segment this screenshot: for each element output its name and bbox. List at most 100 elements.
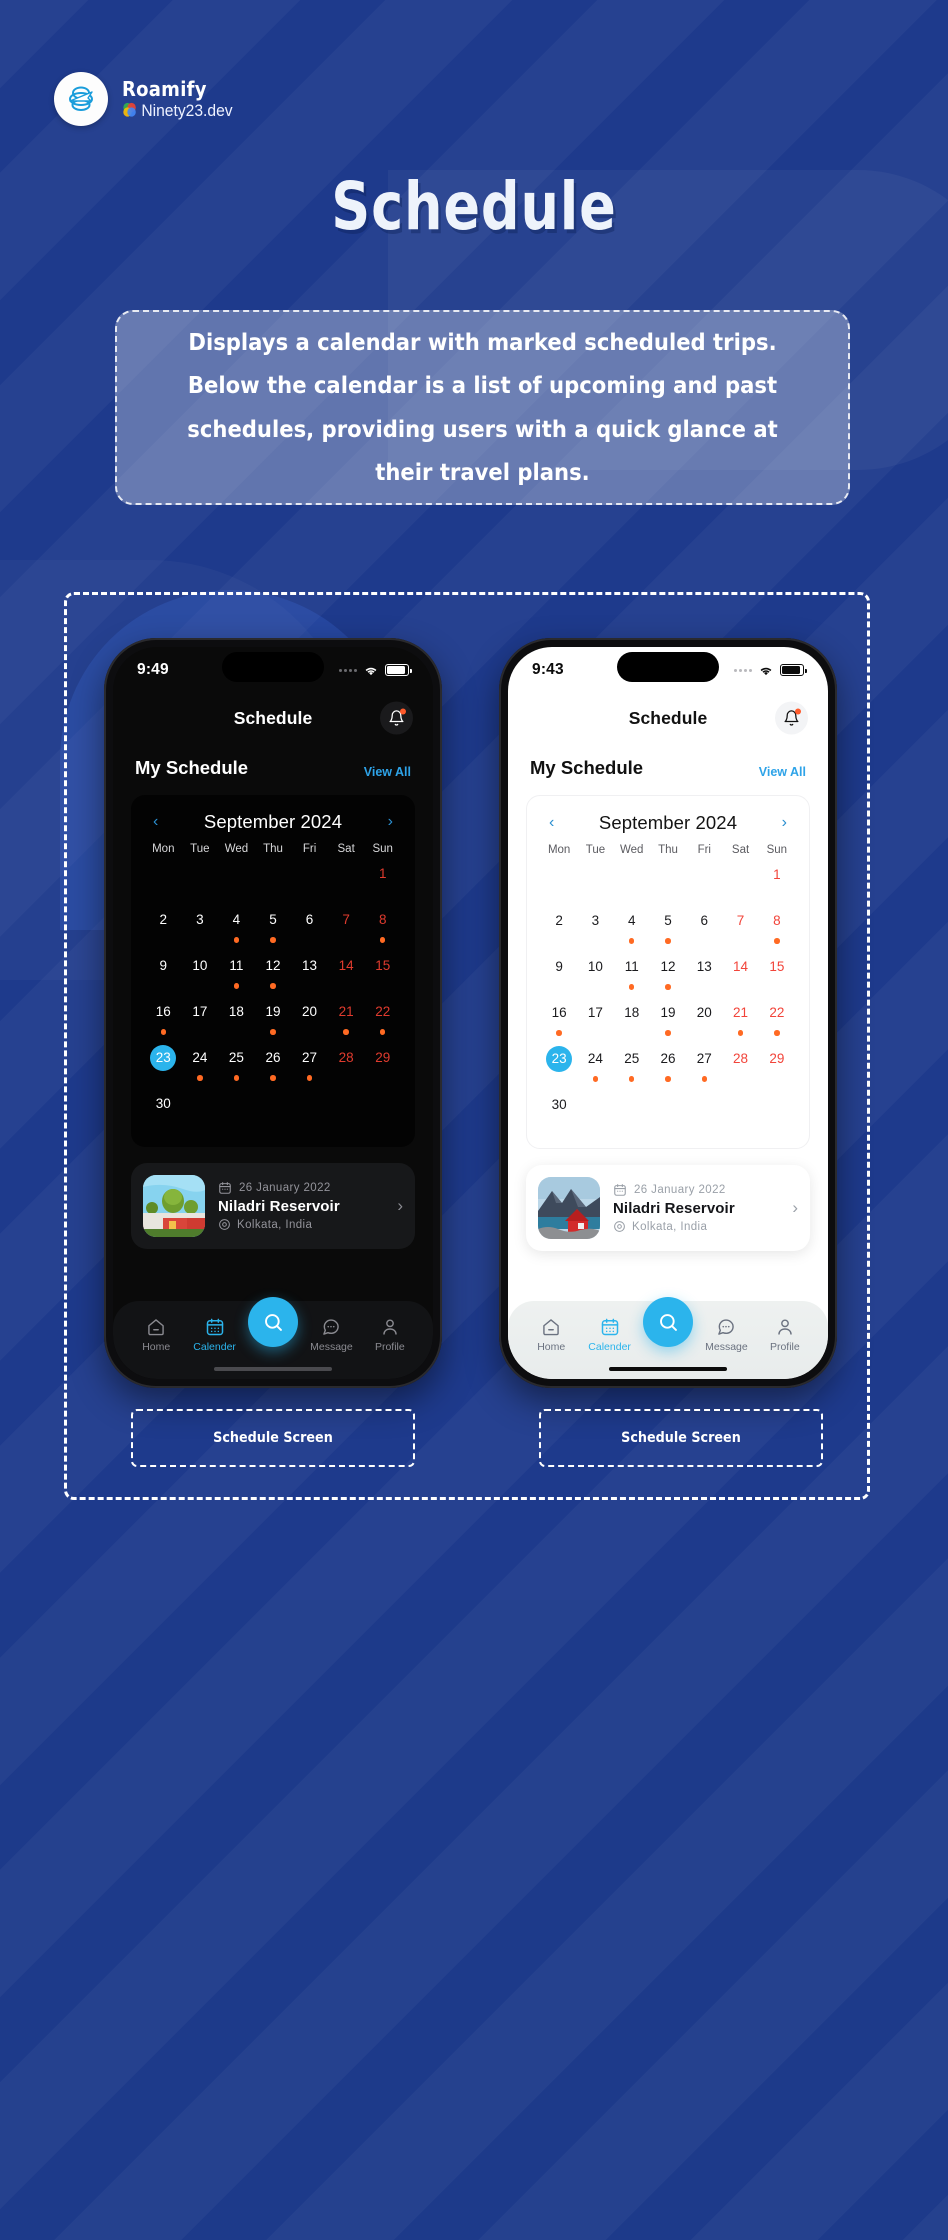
view-all-link[interactable]: View All bbox=[364, 765, 411, 779]
status-bar: 9:43 bbox=[508, 647, 828, 693]
calendar-day[interactable]: 14 bbox=[722, 954, 758, 992]
calendar-day[interactable]: 29 bbox=[759, 1046, 795, 1084]
phone-screen-dark: 9:49 Schedule My Schedule View All ‹ Sep… bbox=[113, 647, 433, 1379]
calendar-day[interactable]: 12 bbox=[255, 953, 292, 991]
calendar-day-marker bbox=[592, 1076, 599, 1082]
calendar-day[interactable]: 26 bbox=[255, 1045, 292, 1083]
calendar-day[interactable]: 18 bbox=[614, 1000, 650, 1038]
view-all-link[interactable]: View All bbox=[759, 765, 806, 779]
calendar-day[interactable]: 1 bbox=[759, 862, 795, 900]
tab-calender[interactable]: Calender bbox=[580, 1317, 638, 1353]
calendar-day[interactable]: 2 bbox=[145, 907, 182, 945]
calendar-day[interactable]: 20 bbox=[686, 1000, 722, 1038]
calendar-day[interactable]: 20 bbox=[291, 999, 328, 1037]
calendar-day[interactable]: 30 bbox=[541, 1092, 577, 1130]
chevron-right-icon[interactable]: › bbox=[388, 814, 393, 830]
calendar-day[interactable]: 17 bbox=[182, 999, 219, 1037]
calendar-day[interactable]: 18 bbox=[218, 999, 255, 1037]
calendar-day[interactable]: 19 bbox=[255, 999, 292, 1037]
calendar-day[interactable]: 9 bbox=[541, 954, 577, 992]
calendar-day[interactable]: 10 bbox=[182, 953, 219, 991]
calendar-day[interactable]: 19 bbox=[650, 1000, 686, 1038]
calendar-day[interactable]: 5 bbox=[650, 908, 686, 946]
calendar-day[interactable]: 21 bbox=[722, 1000, 758, 1038]
tab-profile[interactable]: Profile bbox=[756, 1317, 814, 1353]
calendar-day[interactable]: 8 bbox=[364, 907, 401, 945]
calendar-day[interactable]: 25 bbox=[614, 1046, 650, 1084]
calendar-day[interactable]: 9 bbox=[145, 953, 182, 991]
chevron-right-icon[interactable]: › bbox=[792, 1198, 798, 1218]
calendar-day[interactable]: 2 bbox=[541, 908, 577, 946]
calendar-day-marker bbox=[665, 1030, 671, 1036]
calendar-day[interactable]: 22 bbox=[364, 999, 401, 1037]
tab-label: Message bbox=[705, 1341, 748, 1353]
calendar-day[interactable]: 4 bbox=[218, 907, 255, 945]
trip-card[interactable]: 26 January 2022 Niladri Reservoir Kolkat… bbox=[526, 1165, 810, 1251]
calendar-day[interactable]: 11 bbox=[218, 953, 255, 991]
calendar-day[interactable]: 15 bbox=[759, 954, 795, 992]
calendar-day[interactable]: 30 bbox=[145, 1091, 182, 1129]
trip-card[interactable]: 26 January 2022 Niladri Reservoir Kolkat… bbox=[131, 1163, 415, 1249]
calendar-day[interactable]: 27 bbox=[291, 1045, 328, 1083]
calendar-day[interactable]: 13 bbox=[291, 953, 328, 991]
notification-bell-button[interactable] bbox=[775, 701, 808, 735]
calendar-day[interactable]: 26 bbox=[650, 1046, 686, 1084]
search-fab-button[interactable] bbox=[248, 1297, 298, 1347]
calendar-day[interactable]: 29 bbox=[364, 1045, 401, 1083]
chevron-left-icon[interactable]: ‹ bbox=[549, 815, 554, 831]
status-bar: 9:49 bbox=[113, 647, 433, 693]
chevron-right-icon[interactable]: › bbox=[782, 815, 787, 831]
calendar-day[interactable]: 3 bbox=[182, 907, 219, 945]
chevron-right-icon[interactable]: › bbox=[397, 1196, 403, 1216]
calendar-day[interactable]: 17 bbox=[577, 1000, 613, 1038]
calendar-day-marker bbox=[270, 983, 276, 989]
profile-icon bbox=[380, 1317, 400, 1337]
calendar-day[interactable]: 1 bbox=[364, 861, 401, 899]
status-time: 9:49 bbox=[137, 661, 169, 678]
dynamic-island bbox=[222, 652, 324, 682]
tab-profile[interactable]: Profile bbox=[361, 1317, 419, 1353]
bottom-navigation: Home Calender Message Profile bbox=[113, 1297, 433, 1379]
wifi-icon bbox=[363, 664, 379, 677]
calendar-day[interactable]: 28 bbox=[328, 1045, 365, 1083]
tab-calender[interactable]: Calender bbox=[185, 1317, 243, 1353]
calendar-day[interactable]: 11 bbox=[614, 954, 650, 992]
tab-message[interactable]: Message bbox=[302, 1317, 360, 1353]
calendar-day[interactable]: 13 bbox=[686, 954, 722, 992]
notification-bell-button[interactable] bbox=[380, 701, 413, 735]
calendar-day[interactable]: 8 bbox=[759, 908, 795, 946]
calendar-day[interactable]: 21 bbox=[328, 999, 365, 1037]
calendar-day[interactable]: 3 bbox=[577, 908, 613, 946]
calendar-day[interactable]: 6 bbox=[686, 908, 722, 946]
calendar-day[interactable]: 23 bbox=[541, 1046, 577, 1084]
calendar-day[interactable]: 14 bbox=[328, 953, 365, 991]
calendar-day[interactable]: 6 bbox=[291, 907, 328, 945]
calendar-day[interactable]: 7 bbox=[328, 907, 365, 945]
tab-home[interactable]: Home bbox=[127, 1317, 185, 1353]
calendar-day[interactable]: 5 bbox=[255, 907, 292, 945]
calendar-day-marker bbox=[160, 1029, 167, 1035]
calendar-day[interactable]: 7 bbox=[722, 908, 758, 946]
tab-label: Message bbox=[310, 1341, 353, 1353]
search-fab-button[interactable] bbox=[643, 1297, 693, 1347]
calendar-day-marker bbox=[628, 1076, 635, 1082]
calendar-day[interactable]: 16 bbox=[145, 999, 182, 1037]
calendar-icon bbox=[613, 1183, 627, 1197]
chevron-left-icon[interactable]: ‹ bbox=[153, 814, 158, 830]
tab-message[interactable]: Message bbox=[697, 1317, 755, 1353]
calendar-day[interactable]: 23 bbox=[145, 1045, 182, 1083]
description-panel: Displays a calendar with marked schedule… bbox=[115, 310, 850, 505]
calendar-day[interactable]: 24 bbox=[577, 1046, 613, 1084]
calendar-day[interactable]: 15 bbox=[364, 953, 401, 991]
calendar-day[interactable]: 28 bbox=[722, 1046, 758, 1084]
calendar-day[interactable]: 24 bbox=[182, 1045, 219, 1083]
calendar-day[interactable]: 10 bbox=[577, 954, 613, 992]
calendar-weekday: Sun bbox=[372, 843, 393, 855]
calendar-day[interactable]: 12 bbox=[650, 954, 686, 992]
calendar-day[interactable]: 27 bbox=[686, 1046, 722, 1084]
calendar-day[interactable]: 25 bbox=[218, 1045, 255, 1083]
calendar-day[interactable]: 22 bbox=[759, 1000, 795, 1038]
tab-home[interactable]: Home bbox=[522, 1317, 580, 1353]
calendar-day[interactable]: 16 bbox=[541, 1000, 577, 1038]
calendar-day[interactable]: 4 bbox=[614, 908, 650, 946]
